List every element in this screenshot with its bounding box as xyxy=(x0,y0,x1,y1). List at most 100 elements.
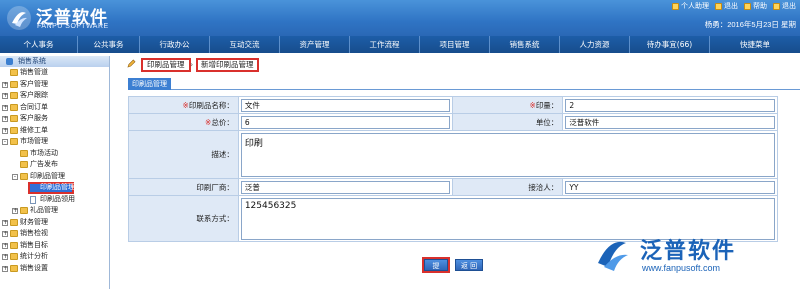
qty-input[interactable]: 2 xyxy=(565,98,775,112)
contact-input[interactable]: YY xyxy=(565,180,775,194)
folder-icon xyxy=(10,138,18,145)
sidebar-item[interactable]: + 销售检视 xyxy=(0,228,109,240)
expand-icon[interactable]: + xyxy=(2,93,8,99)
breadcrumb-print-mgmt[interactable]: 印刷品管理 xyxy=(141,58,191,72)
expand-icon[interactable]: + xyxy=(2,265,8,272)
sidebar-item-label: 客户服务 xyxy=(20,114,48,122)
tab-print-mgmt[interactable]: 印刷品管理 xyxy=(128,78,171,90)
desc-label: 描述： xyxy=(128,130,239,179)
nav-interact[interactable]: 互动交流 xyxy=(210,36,280,53)
watermark-url: www.fanpusoft.com xyxy=(642,263,721,273)
collapse-icon[interactable]: - xyxy=(12,173,18,180)
nav-workflow[interactable]: 工作流程 xyxy=(350,36,420,53)
breadcrumb-new-print: 新增印刷品管理 xyxy=(196,58,259,72)
top-link-logout1[interactable]: 退出 xyxy=(715,1,738,11)
folder-icon xyxy=(10,69,18,76)
sidebar-item[interactable]: 销售管道 xyxy=(0,67,109,79)
expand-icon[interactable]: + xyxy=(2,104,8,111)
folder-icon xyxy=(10,92,18,99)
folder-icon xyxy=(10,126,18,134)
nav-sales[interactable]: 销售系统 xyxy=(490,36,560,53)
sidebar-item-label: 印刷品管理 xyxy=(40,183,75,191)
contact-label: 接洽人： xyxy=(452,178,564,196)
sidebar-item-label: 统计分析 xyxy=(20,252,48,260)
name-input[interactable]: 文件 xyxy=(240,98,451,112)
sidebar-item[interactable]: + 客户管理 xyxy=(0,79,109,91)
folder-icon xyxy=(20,172,28,180)
nav-personal[interactable]: 个人事务 xyxy=(0,36,78,53)
sidebar-item-label: 财务管理 xyxy=(20,217,48,226)
folder-icon xyxy=(20,149,28,157)
submit-button[interactable]: 提 交 xyxy=(424,259,448,282)
nav-todo[interactable]: 待办事宜(66) xyxy=(630,36,710,53)
sidebar-item[interactable]: + 统计分析 xyxy=(0,251,109,263)
sidebar-item[interactable]: 印刷品领用 xyxy=(0,194,109,206)
sidebar-item[interactable]: + 客户跟踪 xyxy=(0,90,109,102)
top-link-assistant[interactable]: 个人助理 xyxy=(672,1,709,11)
qty-label: ※印量： xyxy=(452,96,564,114)
top-link-logout2[interactable]: 退出 xyxy=(773,1,796,11)
sidebar-item[interactable]: + 礼品管理 xyxy=(0,205,109,217)
folder-icon xyxy=(20,207,28,214)
folder-icon xyxy=(10,218,18,226)
phone-label: 联系方式： xyxy=(128,195,239,242)
maker-label: 印刷厂商： xyxy=(128,178,239,196)
price-label: ※总价： xyxy=(128,113,239,131)
sidebar-item-label: 客户管理 xyxy=(20,79,48,88)
document-icon xyxy=(30,195,36,204)
sidebar-item[interactable]: + 销售设置 xyxy=(0,263,109,275)
sidebar-item-label: 销售设置 xyxy=(20,263,48,272)
sidebar-item[interactable]: - 市场管理 xyxy=(0,136,109,148)
logo-mark-icon xyxy=(7,6,31,30)
sidebar-item[interactable]: 印刷品管理 xyxy=(0,182,109,194)
sidebar-item[interactable]: 市场活动 xyxy=(0,148,109,160)
maker-input[interactable]: 泛普 xyxy=(240,180,451,194)
unit-input[interactable]: 泛普软件 xyxy=(565,115,775,129)
expand-icon[interactable]: + xyxy=(2,127,8,134)
sidebar-tree: 销售管道 + 客户管理 + 客户跟踪 + 合同订单 + 客户服务 + 维修工单 - 市场管理 市场活动 广告… xyxy=(0,67,109,274)
top-links: 个人助理 退出 帮助 退出 xyxy=(672,1,796,11)
folder-icon xyxy=(10,80,18,88)
nav-public[interactable]: 公共事务 xyxy=(78,36,140,53)
sidebar-item[interactable]: + 维修工单 xyxy=(0,125,109,137)
expand-icon[interactable]: + xyxy=(12,208,18,214)
nav-hr[interactable]: 人力资源 xyxy=(560,36,630,53)
sidebar-item[interactable]: + 销售目标 xyxy=(0,240,109,252)
logo-en-text: FANPU SOFTWARE xyxy=(37,23,109,30)
pencil-icon xyxy=(127,59,136,68)
sidebar-item[interactable]: + 合同订单 xyxy=(0,102,109,114)
desc-textarea[interactable]: 印刷 xyxy=(240,132,775,177)
tab-strip: 印刷品管理 xyxy=(128,77,800,90)
collapse-icon[interactable]: - xyxy=(2,139,8,145)
sidebar-item-label: 销售目标 xyxy=(20,240,48,249)
sidebar-item[interactable]: + 客户服务 xyxy=(0,113,109,125)
expand-icon[interactable]: + xyxy=(2,242,8,249)
nav-assets[interactable]: 资产管理 xyxy=(280,36,350,53)
folder-icon xyxy=(10,241,18,249)
sales-system-icon xyxy=(6,58,13,65)
app-header: 泛普软件 FANPU SOFTWARE 个人助理 退出 帮助 退出 杨勇：201… xyxy=(0,0,800,36)
sidebar-item[interactable]: - 印刷品管理 xyxy=(0,171,109,183)
main-nav: 个人事务 公共事务 行政办公 互动交流 资产管理 工作流程 项目管理 销售系统 … xyxy=(0,36,800,53)
watermark-name: 泛普软件 xyxy=(640,239,737,264)
sidebar: 销售系统 销售管道 + 客户管理 + 客户跟踪 + 合同订单 + 客户服务 + 维修工单 - 市场管理市… xyxy=(0,56,110,289)
name-label: ※印刷品名称： xyxy=(128,96,239,114)
back-button[interactable]: 返 回 xyxy=(455,259,483,271)
print-form: ※印刷品名称： 文件 ※印量： 2 ※总价： 6 单位： 泛普软件 描述： 印刷… xyxy=(128,96,779,242)
sidebar-item[interactable]: + 财务管理 xyxy=(0,217,109,229)
sidebar-item-label: 客户跟踪 xyxy=(20,91,48,99)
watermark: 泛普软件 www.fanpusoft.com xyxy=(592,229,792,285)
expand-icon[interactable]: + xyxy=(2,231,8,237)
expand-icon[interactable]: + xyxy=(2,219,8,226)
sidebar-item[interactable]: 广告发布 xyxy=(0,159,109,171)
nav-shortcut[interactable]: 快捷菜单 xyxy=(710,36,800,53)
nav-project[interactable]: 项目管理 xyxy=(420,36,490,53)
price-input[interactable]: 6 xyxy=(240,115,451,129)
breadcrumb: 印刷品管理 › 新增印刷品管理 xyxy=(124,56,800,74)
folder-icon xyxy=(10,264,18,272)
expand-icon[interactable]: + xyxy=(2,116,8,122)
expand-icon[interactable]: + xyxy=(2,254,8,260)
nav-admin[interactable]: 行政办公 xyxy=(140,36,210,53)
expand-icon[interactable]: + xyxy=(2,81,8,88)
top-link-help[interactable]: 帮助 xyxy=(744,1,767,11)
